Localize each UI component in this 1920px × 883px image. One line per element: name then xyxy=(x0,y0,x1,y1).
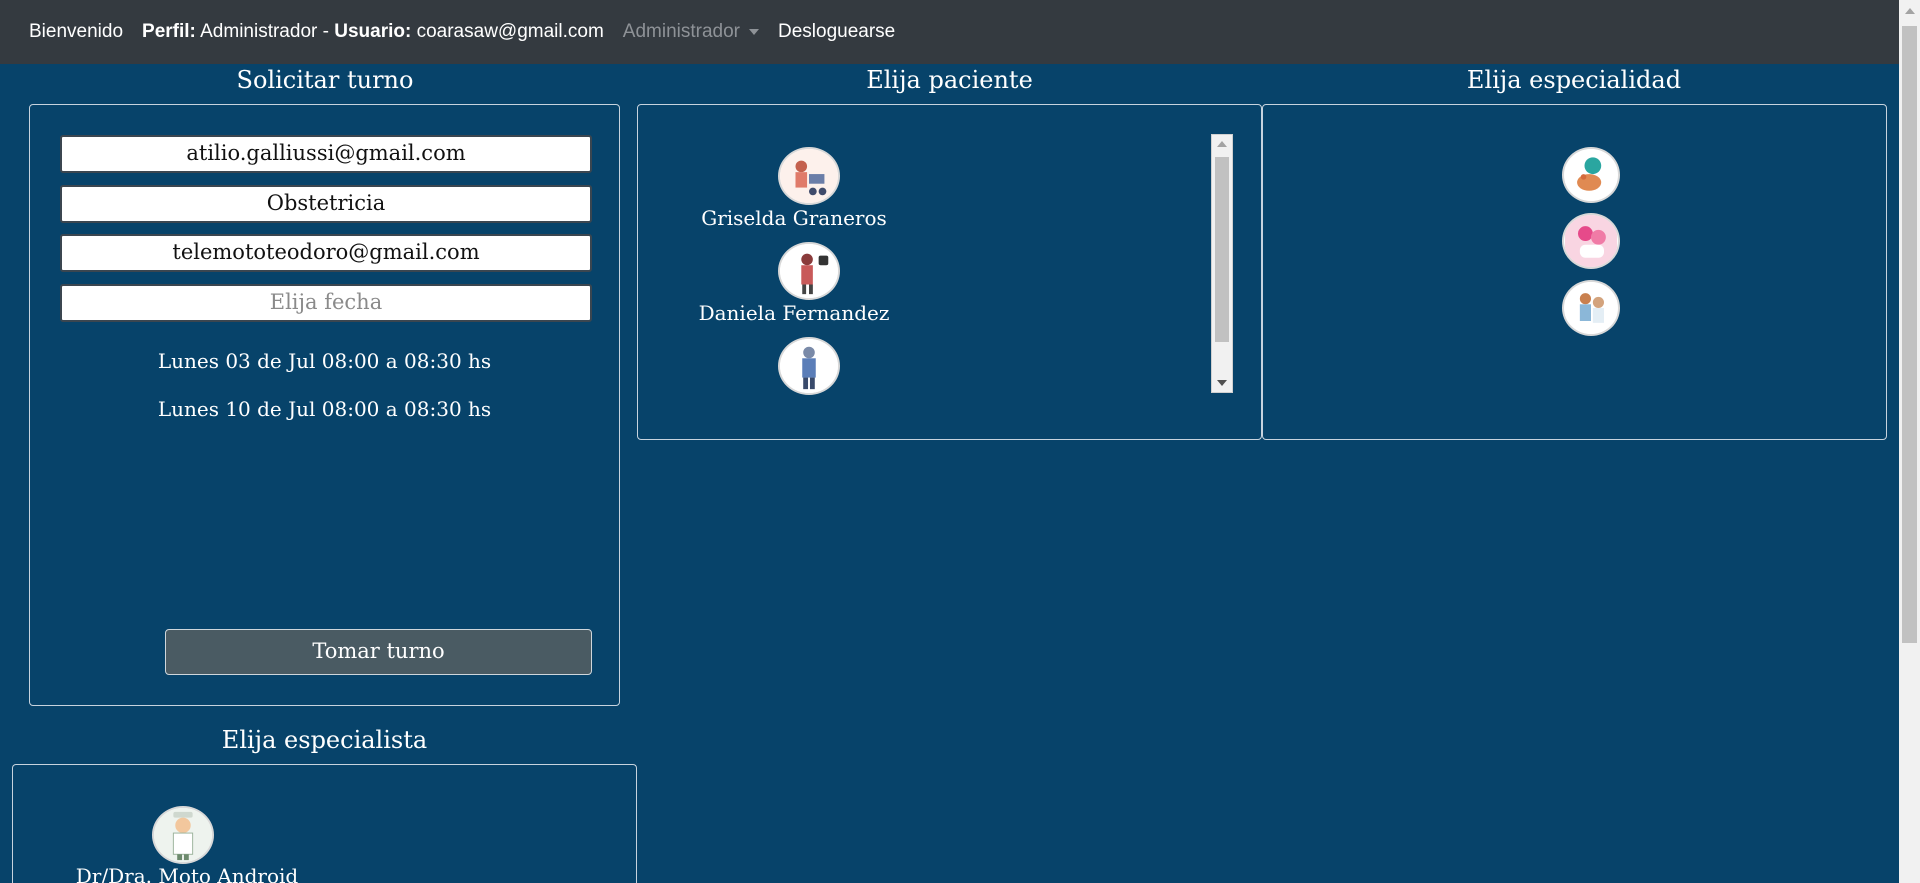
admin-dropdown[interactable]: Administrador xyxy=(623,21,759,43)
page-scrollbar[interactable] xyxy=(1899,0,1920,883)
profile-label: Perfil: xyxy=(142,21,196,42)
patient-name[interactable]: Griselda Graneros xyxy=(637,206,951,230)
time-slot[interactable]: Lunes 03 de Jul 08:00 a 08:30 hs xyxy=(30,349,619,373)
patient-list-scrollbar[interactable] xyxy=(1211,134,1233,393)
patient-name[interactable]: Daniela Fernandez xyxy=(637,301,951,325)
patient-email-field[interactable]: atilio.galliussi@gmail.com xyxy=(60,135,592,173)
elija-paciente-title: Elija paciente xyxy=(866,66,1033,94)
user-label: Usuario: xyxy=(334,21,412,42)
specialty-avatar-icon[interactable] xyxy=(1562,213,1620,269)
patient-list-panel xyxy=(637,104,1262,440)
scroll-up-icon[interactable] xyxy=(1905,8,1915,14)
user-value: coarasaw@gmail.com xyxy=(416,21,604,42)
elija-especialidad-title: Elija especialidad xyxy=(1466,66,1682,94)
specialist-name[interactable]: Dr/Dra. Moto Android xyxy=(62,864,312,883)
logout-link[interactable]: Desloguearse xyxy=(778,21,895,43)
specialist-email-field[interactable]: telemototeodoro@gmail.com xyxy=(60,234,592,272)
solicitar-turno-panel: atilio.galliussi@gmail.com Obstetricia t… xyxy=(29,104,620,706)
date-field[interactable]: Elija fecha xyxy=(60,284,592,322)
top-navbar: Bienvenido Perfil: Administrador - Usuar… xyxy=(0,0,1899,64)
page-scroll-thumb[interactable] xyxy=(1902,26,1917,643)
patient-avatar-icon[interactable] xyxy=(778,147,840,205)
take-turn-button[interactable]: Tomar turno xyxy=(165,629,592,675)
profile-value: Administrador - xyxy=(200,21,329,42)
patient-avatar-icon[interactable] xyxy=(778,242,840,300)
specialty-avatar-icon[interactable] xyxy=(1562,280,1620,336)
solicitar-turno-title: Solicitar turno xyxy=(236,66,414,94)
chevron-down-icon xyxy=(749,29,759,35)
admin-dropdown-label: Administrador xyxy=(622,21,740,42)
profile-info: Perfil: Administrador - Usuario: coarasa… xyxy=(142,21,604,43)
time-slot[interactable]: Lunes 10 de Jul 08:00 a 08:30 hs xyxy=(30,397,619,421)
specialty-avatar-icon[interactable] xyxy=(1562,147,1620,203)
elija-especialista-title: Elija especialista xyxy=(221,726,428,754)
patient-avatar-icon[interactable] xyxy=(778,337,840,395)
welcome-link[interactable]: Bienvenido xyxy=(29,21,123,43)
doctor-avatar-icon[interactable] xyxy=(152,806,214,864)
scroll-down-icon[interactable] xyxy=(1217,380,1227,386)
patient-list-scroll-thumb[interactable] xyxy=(1215,157,1229,342)
scroll-up-icon[interactable] xyxy=(1217,141,1227,147)
specialty-field[interactable]: Obstetricia xyxy=(60,185,592,223)
